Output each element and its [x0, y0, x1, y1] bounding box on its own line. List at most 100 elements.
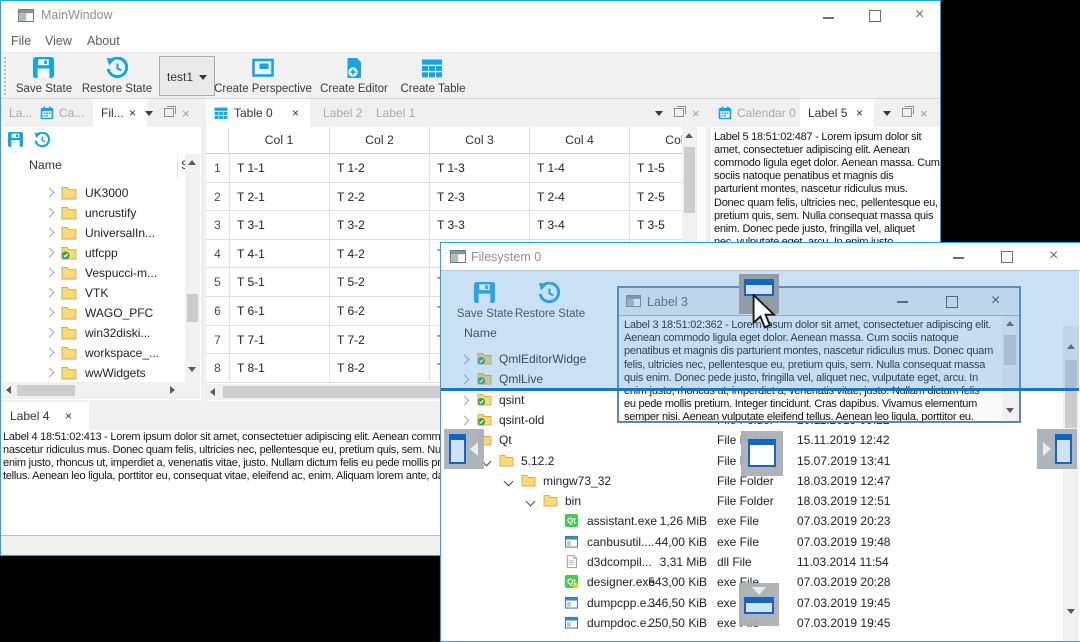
tree-item-universalin-[interactable]: UniversalIn... [1, 223, 185, 243]
tab-close-icon[interactable]: × [856, 106, 863, 120]
tree-item-wago-pfc[interactable]: WAGO_PFC [1, 303, 185, 323]
column-header-2[interactable]: Col 2 [329, 127, 429, 154]
tab-close-icon[interactable]: × [65, 409, 72, 423]
table-cell[interactable]: T 2-3 [429, 182, 529, 211]
create-table-button[interactable]: Create Table [397, 83, 469, 95]
tab-label-1[interactable]: Label 1 [366, 99, 418, 127]
maximize-icon[interactable] [1001, 251, 1013, 263]
table-cell[interactable]: T 1-5 [629, 154, 682, 182]
tree-item-uk3000[interactable]: UK3000 [1, 183, 185, 203]
tab-fil-[interactable]: Fil... × [93, 99, 147, 127]
file-row-bin[interactable]: bin File Folder 18.03.2019 12:51 [441, 491, 1061, 511]
table-cell[interactable]: T 8-2 [329, 354, 429, 383]
tab-close-icon[interactable]: × [292, 106, 299, 120]
float-panel-icon[interactable] [674, 106, 686, 117]
tree-header-name[interactable]: Name [29, 158, 62, 172]
restore-state-icon[interactable] [106, 56, 129, 79]
float-panel-icon[interactable] [902, 106, 914, 117]
create-perspective-button[interactable]: Create Perspective [212, 83, 314, 95]
table-cell[interactable]: T 2-5 [629, 182, 682, 211]
tab-close-icon[interactable]: × [129, 106, 136, 120]
scrollbar-thumb[interactable] [187, 294, 198, 322]
float-panel-icon[interactable] [164, 106, 176, 117]
table-cell[interactable]: T 3-1 [229, 211, 329, 240]
chevron-right-icon[interactable] [44, 247, 55, 258]
column-header-1[interactable]: Col 1 [229, 127, 329, 154]
menu-item-view[interactable]: View [45, 30, 72, 52]
tree-item-workspace-[interactable]: workspace_... [1, 343, 185, 363]
table-cell[interactable]: T 6-1 [229, 297, 329, 325]
dock-indicator-center[interactable] [741, 431, 783, 476]
scroll-up-icon[interactable] [685, 133, 693, 138]
save-state-icon[interactable] [8, 132, 23, 147]
chevron-right-icon[interactable] [459, 415, 470, 426]
tab-list-caret-icon[interactable] [145, 111, 153, 120]
tree-item-utfcpp[interactable]: utfcpp [1, 243, 185, 263]
chevron-right-icon[interactable] [44, 227, 55, 238]
tab-list-caret-icon[interactable] [883, 111, 891, 120]
table-cell[interactable]: T 7-2 [329, 325, 429, 354]
tab-table-0[interactable]: Table 0 × [206, 99, 310, 127]
column-header-3[interactable]: Col 3 [429, 127, 529, 154]
table-cell[interactable]: T 3-4 [529, 211, 629, 240]
table-cell[interactable]: T 5-1 [229, 268, 329, 297]
chevron-right-icon[interactable] [44, 207, 55, 218]
tree-item-vtk[interactable]: VTK [1, 283, 185, 303]
close-panel-icon[interactable]: × [920, 106, 928, 121]
dock-indicator-bottom[interactable] [739, 583, 779, 626]
maximize-icon[interactable] [869, 10, 881, 22]
h-scrollbar[interactable] [1, 382, 200, 399]
table-cell[interactable]: T 2-1 [229, 182, 329, 211]
v-scrollbar[interactable] [185, 154, 200, 382]
tab-list-caret-icon[interactable] [655, 111, 663, 120]
tree-item-wwwidgets[interactable]: wwWidgets [1, 363, 185, 383]
tab-label-5[interactable]: Label 5 × [800, 99, 874, 127]
tab-ca-[interactable]: Ca... [35, 99, 93, 127]
table-cell[interactable]: T 1-2 [329, 154, 429, 182]
scroll-down-icon[interactable] [1006, 408, 1014, 413]
table-cell[interactable]: T 7-1 [229, 325, 329, 354]
close-icon[interactable]: × [1049, 248, 1058, 264]
scroll-down-icon[interactable] [188, 367, 196, 372]
tab-la-[interactable]: La... [1, 99, 35, 127]
scroll-left-icon[interactable] [6, 386, 11, 394]
table-cell[interactable]: T 1-1 [229, 154, 329, 182]
table-cell[interactable]: T 2-2 [329, 182, 429, 211]
restore-state-icon[interactable] [34, 131, 51, 148]
chevron-right-icon[interactable] [44, 367, 55, 378]
file-row-d3dcompil-[interactable]: d3dcompil... 3,31 MiB dll File 11.03.2014 1… [441, 552, 1061, 572]
create-editor-icon[interactable] [343, 57, 365, 79]
table-cell[interactable]: T 3-3 [429, 211, 529, 240]
chevron-right-icon[interactable] [44, 187, 55, 198]
chevron-right-icon[interactable] [44, 287, 55, 298]
close-icon[interactable]: × [915, 7, 924, 23]
table-cell[interactable]: T 4-2 [329, 239, 429, 268]
close-panel-icon[interactable]: × [692, 106, 700, 121]
close-panel-icon[interactable]: × [182, 106, 190, 121]
file-row-canbusutil-[interactable]: canbusutil.... 44,00 KiB exe File 07.03.201… [441, 532, 1061, 552]
main-titlebar[interactable]: MainWindow × [1, 1, 940, 30]
table-cell[interactable]: T 2-4 [529, 182, 629, 211]
chevron-right-icon[interactable] [44, 327, 55, 338]
tree-item-uncrustify[interactable]: uncrustify [1, 203, 185, 223]
table-cell[interactable]: T 3-5 [629, 211, 682, 240]
tab-calendar-0[interactable]: Calendar 0 [712, 99, 800, 127]
tab-label-2[interactable]: Label 2 [313, 99, 365, 127]
minimize-icon[interactable] [953, 257, 964, 259]
minimize-icon[interactable] [823, 17, 834, 19]
dock-indicator-right[interactable] [1037, 429, 1077, 469]
chevron-down-icon[interactable] [525, 496, 536, 507]
create-perspective-icon[interactable] [252, 57, 274, 79]
scrollbar-thumb[interactable] [684, 147, 695, 213]
table-cell[interactable]: T 3-2 [329, 211, 429, 240]
table-cell[interactable]: T 4-1 [229, 239, 329, 268]
tab-label4[interactable]: Label 4 × [1, 402, 89, 430]
table-cell[interactable]: T 5-2 [329, 268, 429, 297]
create-editor-button[interactable]: Create Editor [315, 83, 393, 95]
tree-item-win32diski-[interactable]: win32diski... [1, 323, 185, 343]
chevron-right-icon[interactable] [459, 395, 470, 406]
create-table-icon[interactable] [421, 57, 443, 79]
chevron-right-icon[interactable] [44, 347, 55, 358]
scroll-up-icon[interactable] [188, 160, 196, 165]
scroll-left-icon[interactable] [210, 388, 215, 396]
